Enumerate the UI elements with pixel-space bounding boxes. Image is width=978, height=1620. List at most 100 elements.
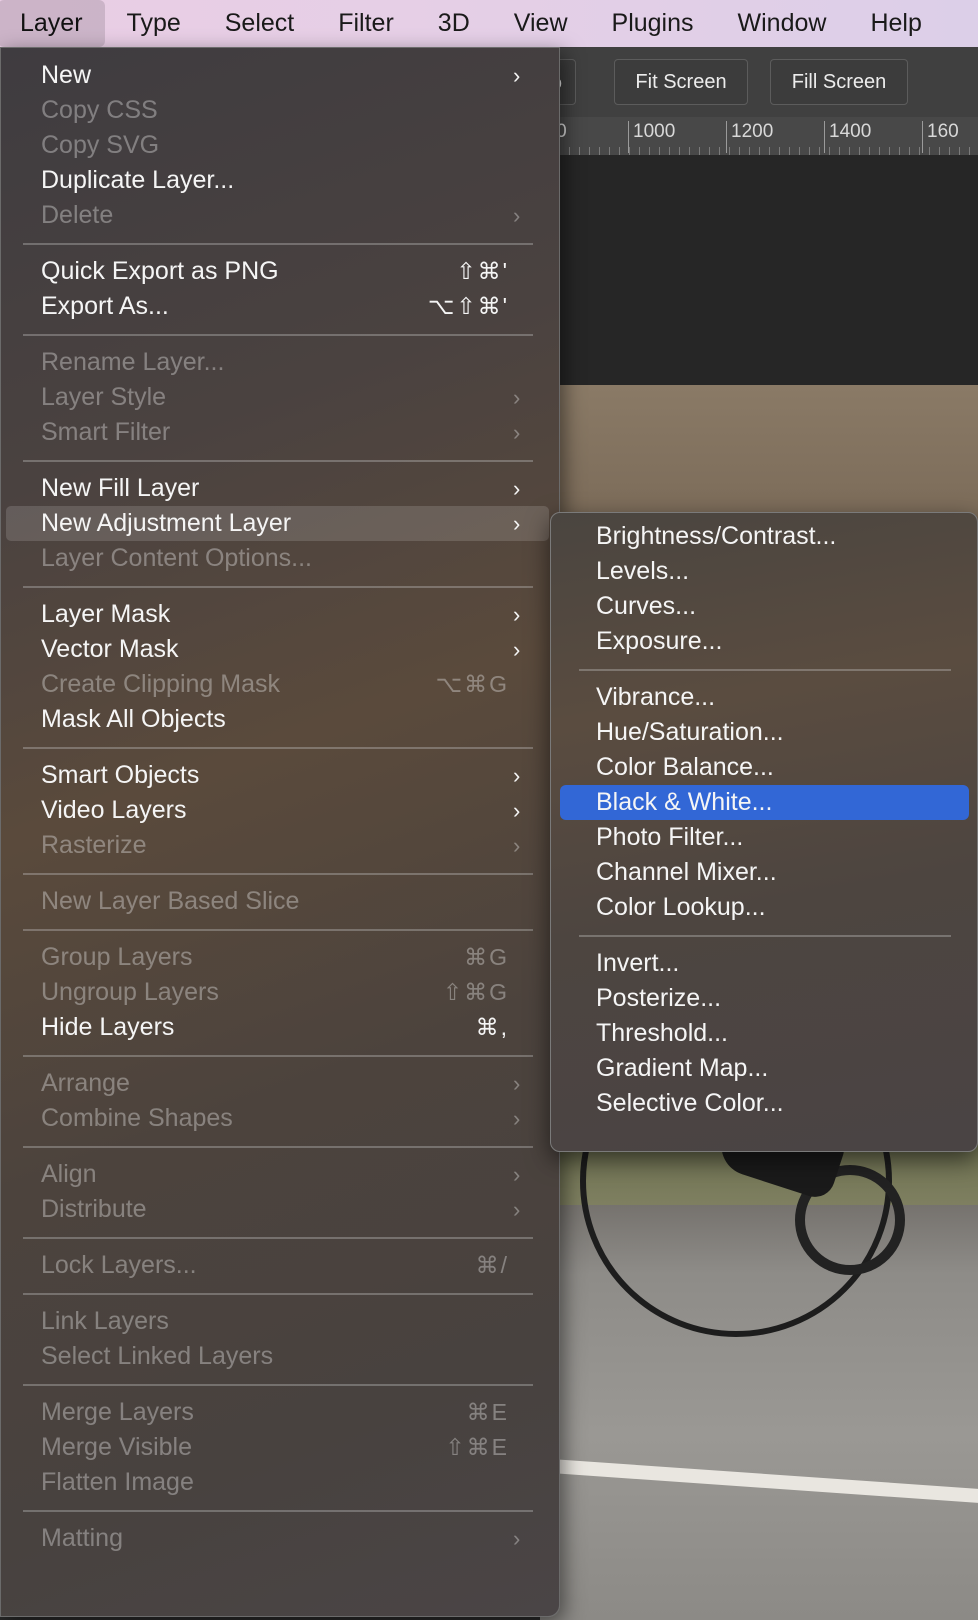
menu-item-shortcut: ⌘G	[464, 944, 509, 970]
submenu-item-hue-saturation[interactable]: Hue/Saturation...	[551, 715, 977, 750]
menu-item-label: New Fill Layer	[41, 474, 200, 502]
menu-item-label: Video Layers	[41, 796, 187, 824]
menu-item-layer-content-options: Layer Content Options...	[1, 541, 559, 576]
menu-item-label: Arrange	[41, 1069, 130, 1097]
chevron-right-icon: ›	[513, 1071, 521, 1096]
new-adjustment-layer-submenu: Brightness/Contrast... Levels... Curves...…	[550, 512, 978, 1152]
menu-item-shortcut: ⇧⌘'	[456, 258, 509, 284]
menu-item-new-adjustment-layer[interactable]: New Adjustment Layer ›	[6, 506, 549, 541]
horizontal-ruler: 800100012001400160	[530, 117, 978, 156]
submenu-item-channel-mixer[interactable]: Channel Mixer...	[551, 855, 977, 890]
menu-item-duplicate-layer[interactable]: Duplicate Layer...	[1, 163, 559, 198]
photo-road-stripe	[540, 1456, 978, 1508]
chevron-right-icon: ›	[513, 420, 521, 445]
submenu-item-photo-filter[interactable]: Photo Filter...	[551, 820, 977, 855]
menu-item-label: New Layer Based Slice	[41, 887, 300, 915]
menubar-item-filter[interactable]: Filter	[316, 0, 416, 47]
chevron-right-icon: ›	[513, 476, 521, 501]
chevron-right-icon: ›	[513, 1526, 521, 1551]
menu-item-combine-shapes: Combine Shapes ›	[1, 1101, 559, 1136]
menu-separator	[23, 929, 533, 931]
canvas-background	[540, 155, 978, 385]
menu-item-label: Copy CSS	[41, 96, 158, 124]
menu-item-new-fill-layer[interactable]: New Fill Layer ›	[1, 471, 559, 506]
chevron-right-icon: ›	[513, 763, 521, 788]
submenu-item-exposure[interactable]: Exposure...	[551, 624, 977, 659]
menu-item-layer-mask[interactable]: Layer Mask ›	[1, 597, 559, 632]
submenu-item-gradient-map[interactable]: Gradient Map...	[551, 1051, 977, 1086]
menu-item-flatten-image: Flatten Image	[1, 1465, 559, 1500]
menu-item-distribute: Distribute ›	[1, 1192, 559, 1227]
submenu-item-curves[interactable]: Curves...	[551, 589, 977, 624]
menubar-item-help[interactable]: Help	[848, 0, 943, 47]
menu-item-vector-mask[interactable]: Vector Mask ›	[1, 632, 559, 667]
menu-item-export-as[interactable]: Export As... ⌥⇧⌘'	[1, 289, 559, 324]
menubar-item-view[interactable]: View	[492, 0, 590, 47]
menu-item-label: Smart Objects	[41, 761, 200, 789]
menu-item-hide-layers[interactable]: Hide Layers ⌘,	[1, 1010, 559, 1045]
ruler-tick-label: 160	[922, 121, 959, 153]
submenu-item-threshold[interactable]: Threshold...	[551, 1016, 977, 1051]
menu-item-smart-objects[interactable]: Smart Objects ›	[1, 758, 559, 793]
submenu-item-posterize[interactable]: Posterize...	[551, 981, 977, 1016]
menu-item-label: Rasterize	[41, 831, 147, 859]
menubar-item-3d[interactable]: 3D	[416, 0, 492, 47]
menu-item-merge-layers: Merge Layers ⌘E	[1, 1395, 559, 1430]
menu-item-matting: Matting ›	[1, 1521, 559, 1556]
menu-item-label: New	[41, 61, 92, 89]
menu-item-label: Smart Filter	[41, 418, 171, 446]
submenu-separator	[579, 935, 951, 937]
submenu-item-black-white[interactable]: Black & White...	[560, 785, 969, 820]
menu-item-label: Mask All Objects	[41, 705, 226, 733]
menu-item-new[interactable]: New ›	[1, 58, 559, 93]
menu-item-new-layer-based-slice: New Layer Based Slice	[1, 884, 559, 919]
menu-separator	[23, 334, 533, 336]
menu-item-label: Layer Style	[41, 383, 167, 411]
submenu-item-selective-color[interactable]: Selective Color...	[551, 1086, 977, 1121]
submenu-item-color-balance[interactable]: Color Balance...	[551, 750, 977, 785]
menubar-item-type[interactable]: Type	[105, 0, 203, 47]
menubar-item-select[interactable]: Select	[203, 0, 316, 47]
menu-item-label: Quick Export as PNG	[41, 257, 279, 285]
menu-item-quick-export-as-png[interactable]: Quick Export as PNG ⇧⌘'	[1, 254, 559, 289]
menu-separator	[23, 1146, 533, 1148]
menu-item-label: Hide Layers	[41, 1013, 175, 1041]
menubar-item-layer[interactable]: Layer	[0, 0, 105, 47]
menu-item-rename-layer: Rename Layer...	[1, 345, 559, 380]
menu-item-shortcut: ⇧⌘G	[442, 979, 509, 1005]
menu-separator	[23, 1384, 533, 1386]
menu-separator	[23, 873, 533, 875]
menu-item-group-layers: Group Layers ⌘G	[1, 940, 559, 975]
chevron-right-icon: ›	[513, 798, 521, 823]
submenu-item-vibrance[interactable]: Vibrance...	[551, 680, 977, 715]
submenu-item-color-lookup[interactable]: Color Lookup...	[551, 890, 977, 925]
menu-item-ungroup-layers: Ungroup Layers ⇧⌘G	[1, 975, 559, 1010]
chevron-right-icon: ›	[513, 602, 521, 627]
menubar-item-plugins[interactable]: Plugins	[590, 0, 716, 47]
menu-item-delete: Delete ›	[1, 198, 559, 233]
menu-item-label: Align	[41, 1160, 97, 1188]
menu-item-mask-all-objects[interactable]: Mask All Objects	[1, 702, 559, 737]
menu-item-shortcut: ⌥⇧⌘'	[427, 293, 509, 319]
menu-item-label: Rename Layer...	[41, 348, 225, 376]
menu-item-shortcut: ⌘E	[466, 1399, 509, 1425]
layer-menu-dropdown: New › Copy CSS Copy SVG Duplicate Layer... De…	[0, 47, 560, 1617]
menu-separator	[23, 1293, 533, 1295]
chevron-right-icon: ›	[513, 203, 521, 228]
menu-item-label: Layer Content Options...	[41, 544, 312, 572]
menu-separator	[23, 1510, 533, 1512]
ruler-tick-label: 1200	[726, 121, 773, 153]
submenu-item-brightness-contrast[interactable]: Brightness/Contrast...	[551, 519, 977, 554]
submenu-item-levels[interactable]: Levels...	[551, 554, 977, 589]
submenu-item-invert[interactable]: Invert...	[551, 946, 977, 981]
ruler-tick-label: 1000	[628, 121, 675, 153]
menu-item-video-layers[interactable]: Video Layers ›	[1, 793, 559, 828]
menu-item-label: Create Clipping Mask	[41, 670, 280, 698]
fit-screen-button[interactable]: Fit Screen	[614, 59, 748, 105]
menu-separator	[23, 586, 533, 588]
menu-item-label: Matting	[41, 1524, 123, 1552]
menu-item-label: Layer Mask	[41, 600, 171, 628]
menu-bar: Layer Type Select Filter 3D View Plugins Window…	[0, 0, 978, 47]
menubar-item-window[interactable]: Window	[716, 0, 849, 47]
fill-screen-button[interactable]: Fill Screen	[770, 59, 908, 105]
